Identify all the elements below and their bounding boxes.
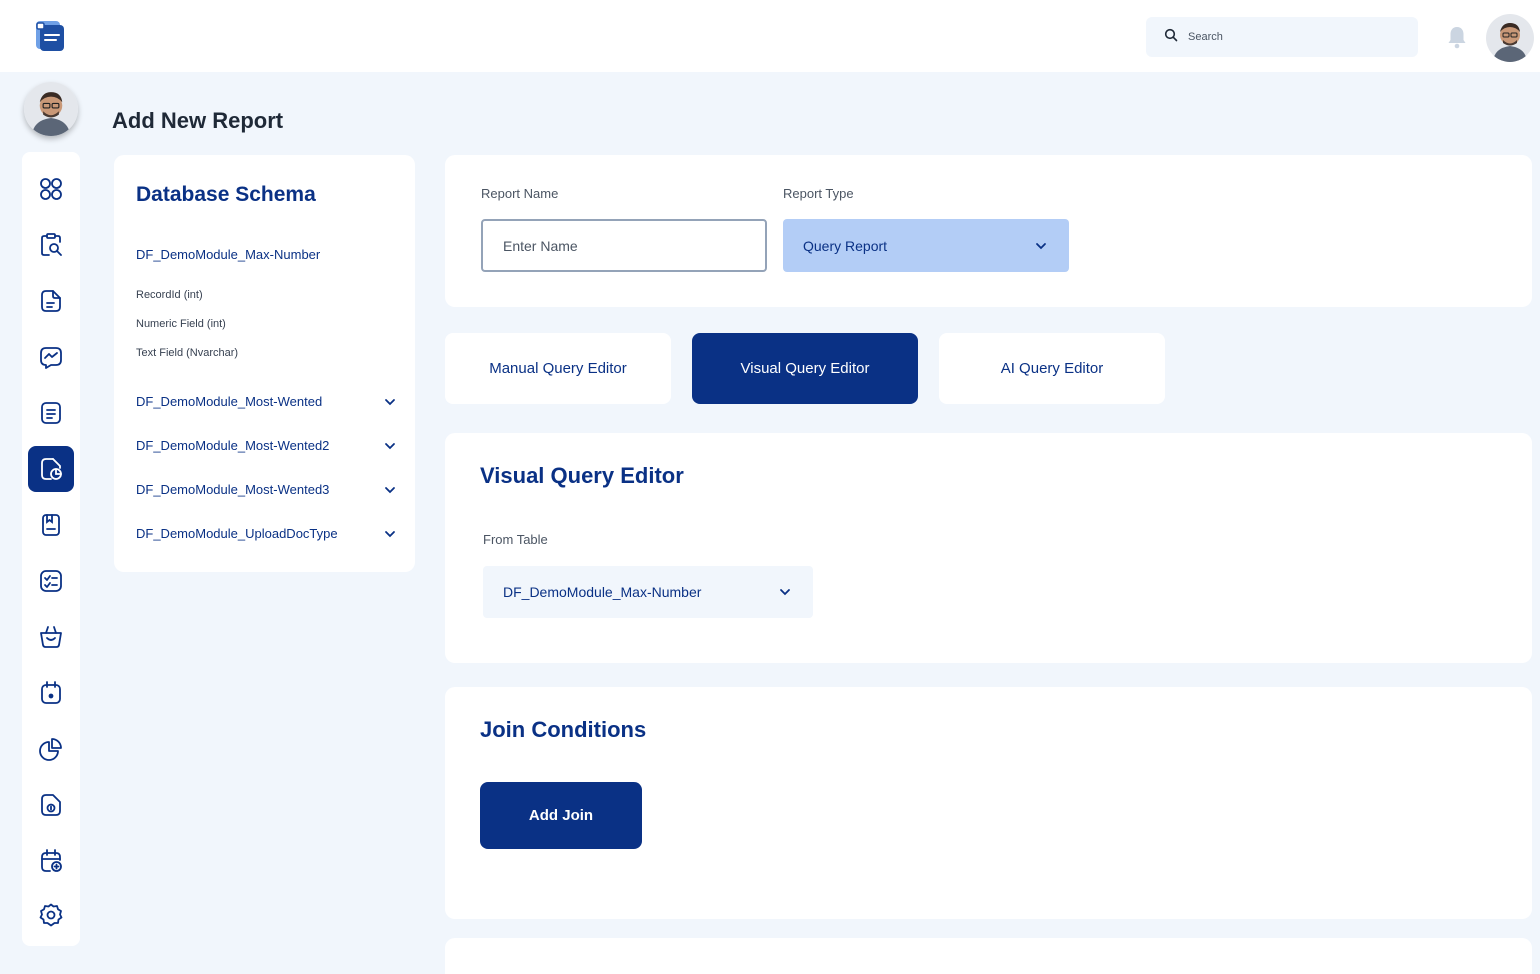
where-conditions-card (445, 938, 1532, 974)
schema-table-label: DF_DemoModule_Max-Number (136, 247, 321, 262)
chevron-down-icon (780, 589, 790, 596)
report-details-card: Report Name Report Type Query Report (445, 155, 1532, 307)
search-input[interactable] (1188, 31, 1388, 43)
report-type-select[interactable]: Query Report (783, 219, 1069, 272)
from-table-label: From Table (483, 532, 548, 547)
pie-report-icon (41, 458, 62, 480)
calendar-add-icon (41, 849, 62, 872)
chevron-down-icon (1036, 242, 1046, 249)
nav-messages[interactable] (28, 334, 74, 380)
schema-title: Database Schema (136, 183, 316, 206)
schema-field: RecordId (int) (136, 289, 203, 301)
tab-visual-query-editor[interactable]: Visual Query Editor (692, 333, 918, 404)
nav-documents[interactable] (28, 278, 74, 324)
schema-table-label: DF_DemoModule_Most-Wented3 (136, 482, 330, 497)
nav-calendar[interactable] (28, 670, 74, 716)
tab-ai-query-editor[interactable]: AI Query Editor (939, 333, 1165, 404)
notification-bell-icon[interactable] (1446, 24, 1468, 50)
grid-icon (40, 178, 62, 200)
nav-analytics[interactable] (28, 726, 74, 772)
app-logo-icon[interactable] (32, 18, 68, 54)
nav-settings[interactable] (28, 892, 74, 938)
nav-schedule[interactable] (28, 838, 74, 884)
add-join-button[interactable]: Add Join (480, 782, 642, 849)
schema-table-label: DF_DemoModule_Most-Wented (136, 394, 323, 409)
top-bar (0, 0, 1540, 72)
visual-query-editor-card: Visual Query Editor From Table DF_DemoMo… (445, 433, 1532, 663)
report-name-input[interactable] (481, 219, 767, 272)
chart-message-icon (40, 347, 62, 369)
report-name-label: Report Name (481, 186, 559, 201)
settings-icon (39, 903, 63, 927)
profile-avatar[interactable] (24, 82, 78, 136)
report-type-value: Query Report (803, 237, 888, 254)
search-icon (1164, 28, 1178, 47)
search-box[interactable] (1146, 17, 1418, 57)
schema-field: Numeric Field (int) (136, 318, 226, 330)
sidebar-nav (22, 152, 80, 946)
schema-field: Text Field (Nvarchar) (136, 347, 239, 359)
report-icon (41, 402, 61, 424)
nav-reports-list[interactable] (28, 390, 74, 436)
tab-manual-query-editor[interactable]: Manual Query Editor (445, 333, 671, 404)
file-upload-icon (41, 794, 61, 816)
nav-orders[interactable] (28, 614, 74, 660)
nav-dashboard[interactable] (28, 166, 74, 212)
chevron-down-icon (385, 442, 395, 449)
clipboard-search-icon (41, 233, 62, 256)
schema-table-item[interactable]: DF_DemoModule_Most-Wented (136, 394, 396, 409)
schema-table-expanded[interactable]: DF_DemoModule_Max-Number (136, 247, 396, 262)
nav-saved[interactable] (28, 502, 74, 548)
page-title: Add New Report (112, 108, 284, 133)
from-table-value: DF_DemoModule_Max-Number (503, 584, 702, 600)
nav-uploads[interactable] (28, 782, 74, 828)
checklist-icon (40, 570, 62, 592)
visual-editor-title: Visual Query Editor (480, 463, 684, 488)
chevron-down-icon (385, 398, 395, 405)
save-doc-icon (42, 514, 60, 536)
join-conditions-card: Join Conditions Add Join (445, 687, 1532, 919)
nav-tasks[interactable] (28, 558, 74, 604)
database-schema-panel: Database Schema DF_DemoModule_Max-Number… (114, 155, 415, 572)
nav-add-report[interactable] (28, 446, 74, 492)
schema-table-item[interactable]: DF_DemoModule_Most-Wented2 (136, 438, 396, 453)
schema-table-label: DF_DemoModule_Most-Wented2 (136, 438, 330, 453)
chevron-down-icon (385, 486, 395, 493)
basket-icon (40, 626, 62, 648)
schema-table-label: DF_DemoModule_UploadDocType (136, 526, 338, 541)
calendar-icon (41, 681, 61, 704)
schema-table-item[interactable]: DF_DemoModule_UploadDocType (136, 526, 396, 541)
pie-chart-icon (39, 738, 62, 761)
schema-table-item[interactable]: DF_DemoModule_Most-Wented3 (136, 482, 396, 497)
document-icon (41, 290, 61, 312)
from-table-select[interactable]: DF_DemoModule_Max-Number (483, 566, 813, 618)
user-avatar[interactable] (1486, 14, 1534, 62)
join-conditions-title: Join Conditions (480, 717, 647, 742)
report-type-label: Report Type (783, 186, 854, 201)
chevron-down-icon (385, 530, 395, 537)
nav-clipboard-search[interactable] (28, 222, 74, 268)
